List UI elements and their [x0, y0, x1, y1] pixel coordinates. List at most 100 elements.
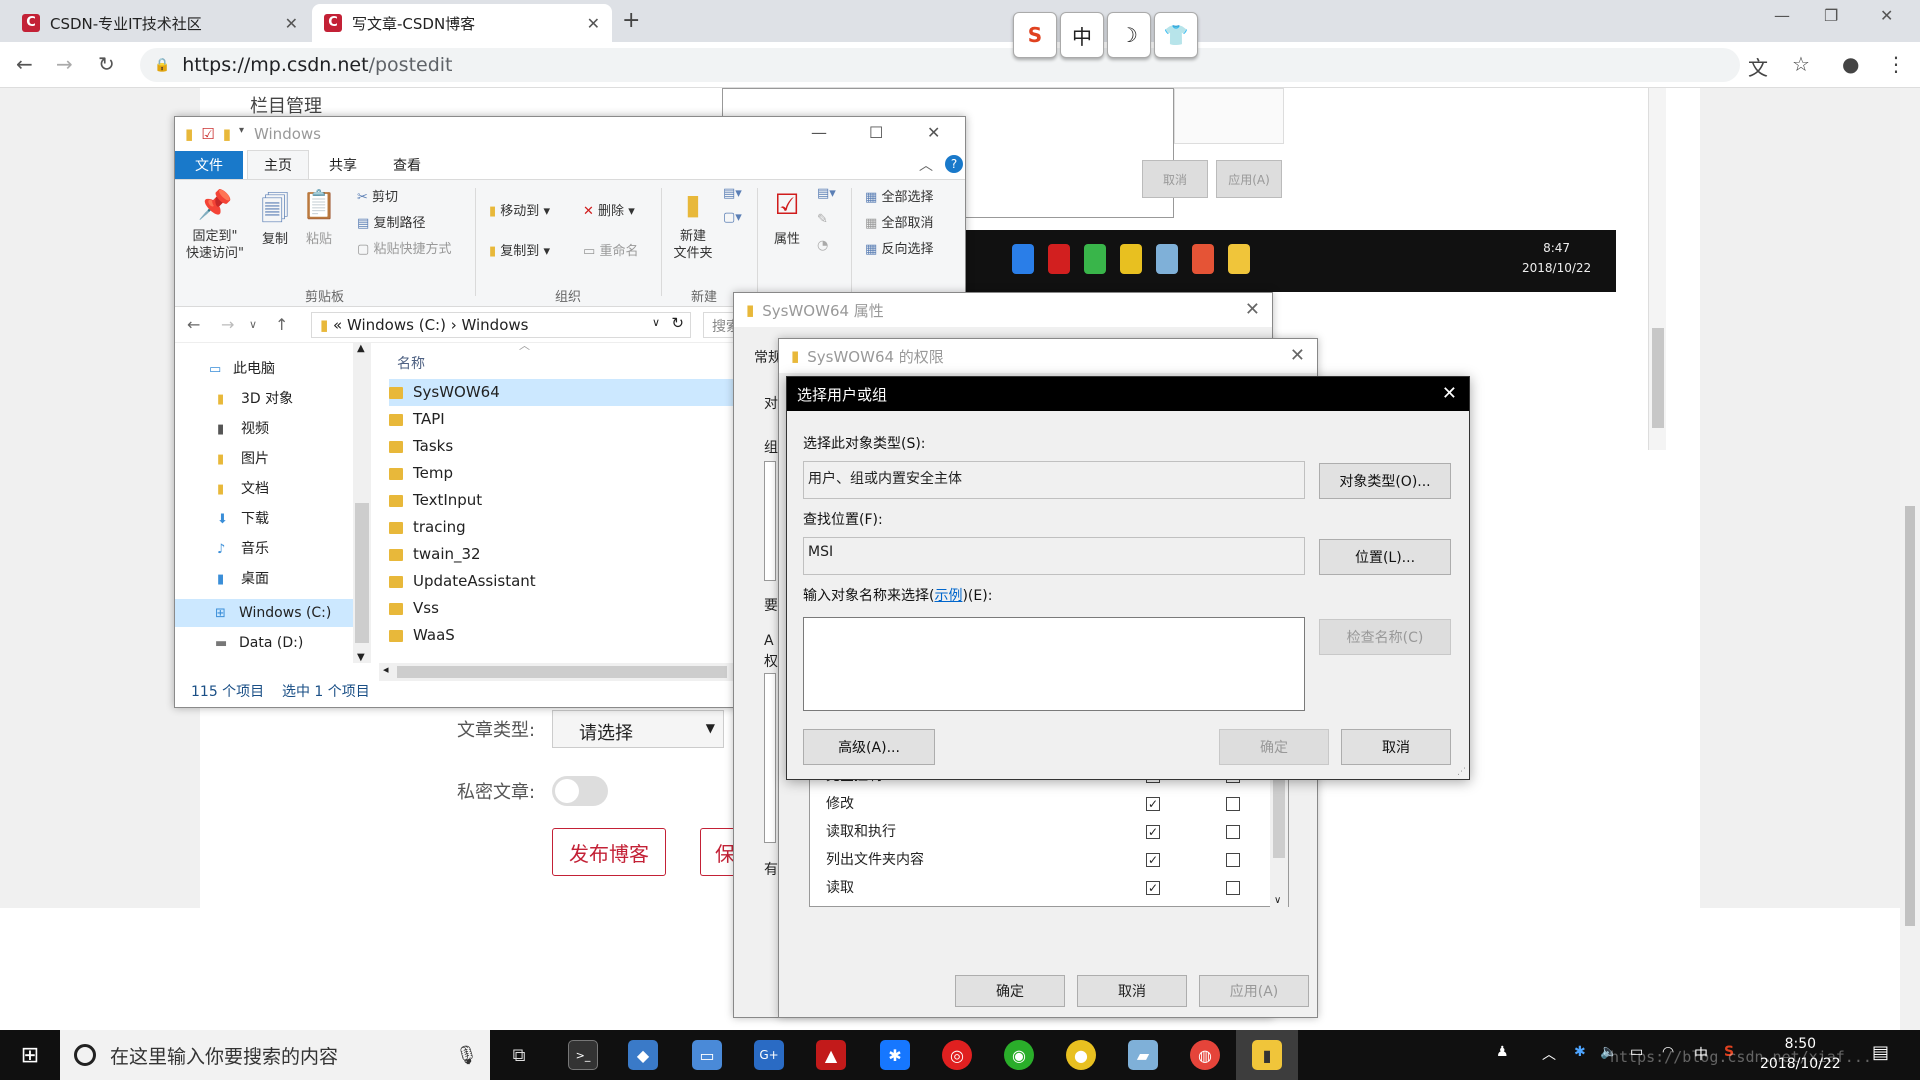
close-window-button[interactable]: ✕	[1880, 6, 1893, 25]
yellow-app-icon[interactable]: ●	[1066, 1040, 1096, 1070]
explorer-address-box[interactable]: ▮ « Windows (C:) › Windows ∨ ↻	[311, 312, 691, 338]
tab-close-icon[interactable]: ✕	[285, 14, 298, 33]
translate-icon[interactable]: 文	[1748, 52, 1768, 81]
reload-button[interactable]: ↻	[98, 52, 115, 76]
deny-checkbox[interactable]	[1226, 825, 1240, 839]
resize-grip-icon[interactable]: ⋰	[1457, 767, 1466, 777]
start-button[interactable]: ⊞	[0, 1030, 60, 1080]
tree-item-videos[interactable]: ▮ 视频	[175, 415, 353, 443]
tab-view[interactable]: 查看	[377, 151, 437, 179]
up-icon[interactable]: ↑	[275, 315, 288, 334]
invert-selection-button[interactable]: ▦ 反向选择	[865, 238, 933, 257]
allow-checkbox[interactable]: ✓	[1146, 825, 1160, 839]
copy-to-button[interactable]: ▮ 复制到 ▾	[489, 240, 550, 259]
inner-scrollbar[interactable]	[1648, 88, 1666, 450]
object-names-textarea[interactable]	[803, 617, 1305, 711]
permissions-close-button[interactable]: ✕	[1290, 345, 1305, 366]
history-icon[interactable]: ◔	[817, 238, 828, 253]
permissions-cancel-button[interactable]: 取消	[1077, 975, 1187, 1007]
address-dropdown-icon[interactable]: ∨	[652, 316, 660, 329]
wechat-icon[interactable]: ◉	[1004, 1040, 1034, 1070]
explorer-minimize-button[interactable]: —	[811, 123, 827, 142]
tree-item-data-d[interactable]: ▬ Data (D:)	[175, 629, 353, 657]
qat-dropdown-icon[interactable]: ▾	[239, 125, 244, 143]
permissions-apply-button[interactable]: 应用(A)	[1199, 975, 1309, 1007]
tab-share[interactable]: 共享	[313, 151, 373, 179]
tray-expand-icon[interactable]: ︿	[1542, 1044, 1556, 1064]
terminal-app-icon[interactable]: >_	[568, 1040, 598, 1070]
move-to-button[interactable]: ▮ 移动到 ▾	[489, 200, 550, 219]
private-article-toggle[interactable]	[552, 776, 608, 806]
inner-scrollbar-thumb[interactable]	[1652, 328, 1664, 428]
path-root[interactable]: Windows (C:)	[347, 316, 446, 334]
account-icon[interactable]: ●	[1842, 52, 1859, 76]
menu-kebab-icon[interactable]: ⋮	[1886, 52, 1906, 76]
rename-button[interactable]: ▭ 重命名	[583, 240, 638, 259]
allow-checkbox[interactable]: ✓	[1146, 853, 1160, 867]
tree-item-music[interactable]: ♪ 音乐	[175, 535, 353, 563]
examples-link[interactable]: 示例	[934, 588, 962, 604]
paste-shortcut-button[interactable]: ▢ 粘贴快捷方式	[357, 238, 451, 257]
chrome-icon[interactable]: ◍	[1190, 1040, 1220, 1070]
properties-check-icon[interactable]: ☑	[201, 125, 214, 143]
path-folder[interactable]: Windows	[462, 316, 529, 334]
tree-item-3d-objects[interactable]: ▮ 3D 对象	[175, 385, 353, 413]
notes-app-icon[interactable]: ▰	[1128, 1040, 1158, 1070]
advanced-button[interactable]: 高级(A)...	[803, 729, 935, 765]
deny-checkbox[interactable]	[1226, 853, 1240, 867]
refresh-icon[interactable]: ↻	[671, 314, 684, 332]
task-view-icon[interactable]: ⧉	[504, 1040, 534, 1070]
tree-item-documents[interactable]: ▮ 文档	[175, 475, 353, 503]
tree-item-desktop[interactable]: ▮ 桌面	[175, 565, 353, 593]
back-button[interactable]: ←	[16, 52, 33, 76]
explorer-back-icon[interactable]: ←	[187, 315, 200, 334]
select-ok-button[interactable]: 确定	[1219, 729, 1329, 765]
scroll-down-icon[interactable]: ∨	[1274, 895, 1281, 906]
locations-button[interactable]: 位置(L)...	[1319, 539, 1451, 575]
ime-punctuation-moon-icon[interactable]: ☽	[1107, 12, 1151, 58]
deny-checkbox[interactable]	[1226, 881, 1240, 895]
collapse-ribbon-icon[interactable]: ︿	[919, 155, 933, 175]
permissions-ok-button[interactable]: 确定	[955, 975, 1065, 1007]
easy-access-icon[interactable]: ▢▾	[723, 210, 742, 225]
tab-close-icon[interactable]: ✕	[587, 14, 600, 33]
microphone-icon[interactable]: 🎙	[455, 1045, 478, 1066]
gplus-app-icon[interactable]: G+	[754, 1040, 784, 1070]
permission-list-scrollbar[interactable]: ∨	[1270, 768, 1288, 908]
paste-button[interactable]: 📋 粘贴	[299, 188, 339, 247]
allow-checkbox[interactable]: ✓	[1146, 881, 1160, 895]
copy-button[interactable]: 🗐 复制	[255, 188, 295, 247]
select-cancel-button[interactable]: 取消	[1341, 729, 1451, 765]
new-folder-button[interactable]: ▮ 新建 文件夹	[669, 188, 717, 262]
delete-button[interactable]: ✕ 删除 ▾	[583, 200, 635, 219]
scroll-down-icon[interactable]: ▼	[357, 652, 365, 663]
new-tab-button[interactable]: +	[622, 8, 640, 33]
tree-item-windows-c[interactable]: ⊞ Windows (C:)	[175, 599, 353, 627]
allow-checkbox[interactable]: ✓	[1146, 797, 1160, 811]
new-folder-icon[interactable]: ▮	[223, 125, 231, 143]
netease-music-icon[interactable]: ◎	[942, 1040, 972, 1070]
edit-icon[interactable]: ✎	[817, 212, 828, 227]
maximize-button[interactable]: ❐	[1824, 6, 1838, 25]
forward-button[interactable]: →	[56, 52, 73, 76]
sogou-logo-icon[interactable]: S	[1013, 12, 1057, 58]
deny-checkbox[interactable]	[1226, 797, 1240, 811]
copy-path-button[interactable]: ▤ 复制路径	[357, 212, 425, 231]
explorer-maximize-button[interactable]: ☐	[869, 123, 883, 142]
tab-home[interactable]: 主页	[247, 150, 309, 179]
explorer-forward-icon[interactable]: →	[221, 315, 234, 334]
taskbar-search-box[interactable]: 在这里输入你要搜索的内容 🎙	[60, 1030, 490, 1080]
permission-scroll-thumb[interactable]	[1273, 778, 1285, 858]
tab-write-article[interactable]: C 写文章-CSDN博客 ✕	[312, 4, 612, 42]
properties-close-button[interactable]: ✕	[1245, 299, 1260, 320]
game-app-icon[interactable]: ▲	[816, 1040, 846, 1070]
scrollbar-thumb[interactable]	[1905, 506, 1915, 926]
new-item-icon[interactable]: ▤▾	[723, 186, 742, 201]
tree-item-this-pc[interactable]: ▭ 此电脑	[175, 355, 353, 383]
help-icon[interactable]: ?	[945, 155, 963, 173]
scroll-left-icon[interactable]: ◂	[383, 663, 389, 676]
hscroll-thumb[interactable]	[397, 666, 727, 678]
page-scrollbar[interactable]	[1900, 88, 1920, 1030]
python-app-icon[interactable]: ◆	[628, 1040, 658, 1070]
select-none-button[interactable]: ▦ 全部取消	[865, 212, 933, 231]
